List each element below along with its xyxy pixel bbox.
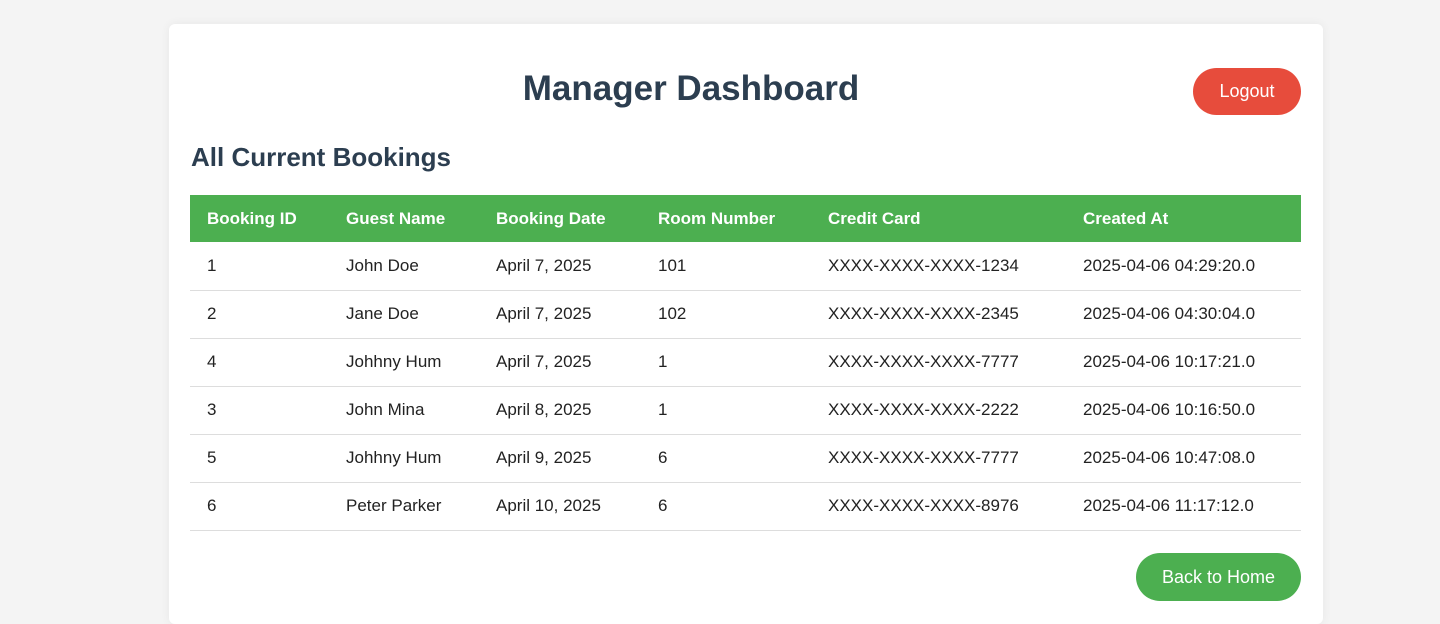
- cell-guest-name: John Mina: [329, 386, 479, 435]
- cell-booking-date: April 7, 2025: [479, 290, 641, 339]
- table-row: 1 John Doe April 7, 2025 101 XXXX-XXXX-X…: [190, 242, 1301, 291]
- cell-booking-id: 5: [190, 434, 329, 483]
- cell-credit-card: XXXX-XXXX-XXXX-8976: [811, 482, 1066, 531]
- cell-created-at: 2025-04-06 04:29:20.0: [1066, 242, 1301, 291]
- cell-guest-name: Peter Parker: [329, 482, 479, 531]
- cell-booking-id: 2: [190, 290, 329, 339]
- table-row: 2 Jane Doe April 7, 2025 102 XXXX-XXXX-X…: [190, 290, 1301, 339]
- cell-credit-card: XXXX-XXXX-XXXX-7777: [811, 338, 1066, 387]
- cell-booking-date: April 7, 2025: [479, 242, 641, 291]
- cell-created-at: 2025-04-06 10:17:21.0: [1066, 338, 1301, 387]
- cell-room-number: 1: [641, 386, 811, 435]
- cell-booking-date: April 10, 2025: [479, 482, 641, 531]
- cell-booking-date: April 8, 2025: [479, 386, 641, 435]
- cell-booking-id: 1: [190, 242, 329, 291]
- bookings-table: Booking ID Guest Name Booking Date Room …: [190, 195, 1301, 531]
- cell-credit-card: XXXX-XXXX-XXXX-2345: [811, 290, 1066, 339]
- column-header-booking-date[interactable]: Booking Date: [479, 195, 641, 242]
- cell-room-number: 6: [641, 434, 811, 483]
- cell-guest-name: John Doe: [329, 242, 479, 291]
- cell-booking-id: 6: [190, 482, 329, 531]
- cell-guest-name: Johhny Hum: [329, 338, 479, 387]
- cell-created-at: 2025-04-06 10:16:50.0: [1066, 386, 1301, 435]
- column-header-room-number[interactable]: Room Number: [641, 195, 811, 242]
- column-header-credit-card[interactable]: Credit Card: [811, 195, 1066, 242]
- cell-booking-id: 3: [190, 386, 329, 435]
- back-to-home-button[interactable]: Back to Home: [1136, 553, 1301, 601]
- cell-credit-card: XXXX-XXXX-XXXX-1234: [811, 242, 1066, 291]
- cell-guest-name: Jane Doe: [329, 290, 479, 339]
- cell-room-number: 1: [641, 338, 811, 387]
- logout-button[interactable]: Logout: [1193, 68, 1301, 115]
- cell-room-number: 101: [641, 242, 811, 291]
- cell-guest-name: Johhny Hum: [329, 434, 479, 483]
- table-header-row: Booking ID Guest Name Booking Date Room …: [190, 195, 1301, 242]
- cell-room-number: 6: [641, 482, 811, 531]
- column-header-created-at[interactable]: Created At: [1066, 195, 1301, 242]
- column-header-booking-id[interactable]: Booking ID: [190, 195, 329, 242]
- cell-credit-card: XXXX-XXXX-XXXX-2222: [811, 386, 1066, 435]
- table-row: 6 Peter Parker April 10, 2025 6 XXXX-XXX…: [190, 482, 1301, 531]
- table-row: 3 John Mina April 8, 2025 1 XXXX-XXXX-XX…: [190, 386, 1301, 435]
- cell-created-at: 2025-04-06 04:30:04.0: [1066, 290, 1301, 339]
- table-row: 4 Johhny Hum April 7, 2025 1 XXXX-XXXX-X…: [190, 338, 1301, 387]
- cell-booking-date: April 7, 2025: [479, 338, 641, 387]
- cell-booking-id: 4: [190, 338, 329, 387]
- table-row: 5 Johhny Hum April 9, 2025 6 XXXX-XXXX-X…: [190, 434, 1301, 483]
- cell-created-at: 2025-04-06 10:47:08.0: [1066, 434, 1301, 483]
- dashboard-card: Manager Dashboard Logout All Current Boo…: [169, 24, 1323, 624]
- cell-booking-date: April 9, 2025: [479, 434, 641, 483]
- cell-credit-card: XXXX-XXXX-XXXX-7777: [811, 434, 1066, 483]
- cell-created-at: 2025-04-06 11:17:12.0: [1066, 482, 1301, 531]
- section-title: All Current Bookings: [191, 142, 452, 172]
- column-header-guest-name[interactable]: Guest Name: [329, 195, 479, 242]
- page-title: Manager Dashboard: [522, 69, 860, 108]
- cell-room-number: 102: [641, 290, 811, 339]
